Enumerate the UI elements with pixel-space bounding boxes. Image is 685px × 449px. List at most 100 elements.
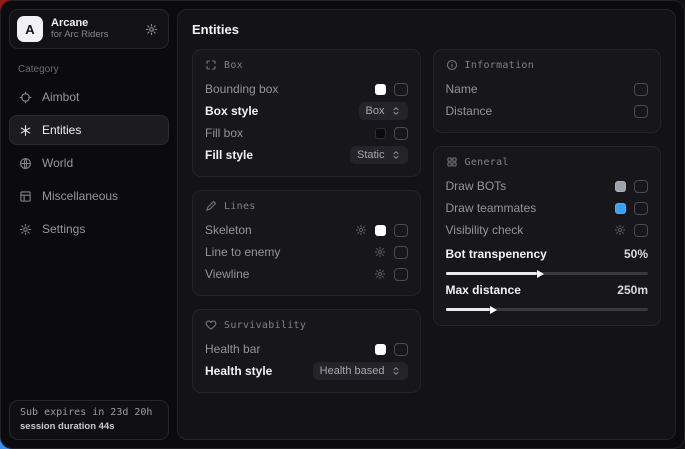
fill-style-dropdown[interactable]: Static [350,146,408,164]
slider-fill [446,308,491,311]
visibility-check-checkbox[interactable] [634,224,648,237]
slider-thumb[interactable] [490,306,497,314]
panel-survivability-header: Survivability [205,319,408,331]
row-label: Health bar [205,342,367,356]
row-bot-transparency: Bot transpenency 50% [446,243,649,265]
row-fill-box: Fill box [205,122,408,144]
slider-fill [446,272,537,275]
bot-transparency-control: Bot transpenency 50% [446,243,649,275]
color-swatch[interactable] [375,128,386,139]
skeleton-checkbox[interactable] [394,224,408,237]
sidebar-item-label: Aimbot [42,90,79,104]
row-label: Health style [205,364,305,378]
sidebar-item-label: Settings [42,222,85,236]
color-swatch[interactable] [615,181,626,192]
sidebar: A Arcane for Arc Riders Category [1,1,177,448]
row-label: Name [446,82,627,96]
color-swatch[interactable] [375,84,386,95]
viewline-settings-icon[interactable] [374,268,386,280]
line-to-enemy-settings-icon[interactable] [374,246,386,258]
row-distance: Distance [446,100,649,122]
row-label: Max distance [446,283,610,297]
sidebar-item-entities[interactable]: Entities [9,115,169,145]
row-label: Draw teammates [446,201,608,215]
row-label: Fill box [205,126,367,140]
row-bounding-box: Bounding box [205,78,408,100]
bot-transparency-slider[interactable] [446,272,649,275]
bounding-box-checkbox[interactable] [394,83,408,96]
row-label: Skeleton [205,223,347,237]
health-style-dropdown[interactable]: Health based [313,362,408,380]
row-health-style: Health style Health based [205,360,408,382]
sidebar-item-settings[interactable]: Settings [9,214,169,244]
panel-header-label: Information [465,60,535,71]
panel-lines: Lines Skeleton [192,190,421,296]
row-label: Distance [446,104,627,118]
crosshair-icon [19,91,32,104]
dropdown-value: Static [357,149,385,161]
panel-header-label: Lines [224,201,256,212]
sidebar-item-label: Miscellaneous [42,189,118,203]
info-icon [446,59,458,71]
row-draw-teammates: Draw teammates [446,197,649,219]
fill-box-checkbox[interactable] [394,127,408,140]
left-column: Box Bounding box Box style Box [192,49,421,393]
row-box-style: Box style Box [205,100,408,122]
row-skeleton: Skeleton [205,219,408,241]
brand-name: Arcane [51,17,137,30]
panel-survivability: Survivability Health bar Health style He… [192,309,421,393]
row-viewline: Viewline [205,263,408,285]
row-label: Bot transpenency [446,247,616,261]
visibility-check-settings-icon[interactable] [614,224,626,236]
brand-subtitle: for Arc Riders [51,30,137,41]
app-window: A Arcane for Arc Riders Category [0,0,685,449]
max-distance-value: 250m [617,283,648,297]
heart-icon [205,319,217,331]
panel-box: Box Bounding box Box style Box [192,49,421,177]
panel-columns: Box Bounding box Box style Box [192,49,661,393]
row-label: Box style [205,104,351,118]
sidebar-item-aimbot[interactable]: Aimbot [9,82,169,112]
layout-grid-icon [19,190,32,203]
right-column: Information Name Distance [433,49,662,326]
panel-lines-header: Lines [205,200,408,212]
brand-text: Arcane for Arc Riders [51,17,137,41]
row-draw-bots: Draw BOTs [446,175,649,197]
draw-bots-checkbox[interactable] [634,180,648,193]
brand-logo: A [17,16,43,42]
panel-general: General Draw BOTs Draw teammates [433,146,662,326]
gear-icon [19,223,32,236]
sidebar-item-label: World [42,156,73,170]
draw-teammates-checkbox[interactable] [634,202,648,215]
sidebar-item-label: Entities [42,123,81,137]
page-title: Entities [192,22,661,37]
row-max-distance: Max distance 250m [446,279,649,301]
row-label: Fill style [205,148,342,162]
sidebar-item-miscellaneous[interactable]: Miscellaneous [9,181,169,211]
color-swatch[interactable] [375,225,386,236]
slider-thumb[interactable] [537,270,544,278]
max-distance-control: Max distance 250m [446,279,649,311]
session-duration: session duration 44s [20,421,158,432]
sidebar-item-world[interactable]: World [9,148,169,178]
globe-icon [19,157,32,170]
name-checkbox[interactable] [634,83,648,96]
color-swatch[interactable] [615,203,626,214]
brand-card: A Arcane for Arc Riders [9,9,169,49]
bot-transparency-value: 50% [624,247,648,261]
color-swatch[interactable] [375,344,386,355]
subscription-expiry: Sub expires in 23d 20h [20,407,158,418]
box-style-dropdown[interactable]: Box [359,102,408,120]
line-to-enemy-checkbox[interactable] [394,246,408,259]
chevrons-up-down-icon [391,106,401,116]
max-distance-slider[interactable] [446,308,649,311]
distance-checkbox[interactable] [634,105,648,118]
panel-header-label: Survivability [224,320,306,331]
brand-settings-icon[interactable] [145,23,158,36]
viewline-checkbox[interactable] [394,268,408,281]
health-bar-checkbox[interactable] [394,343,408,356]
skeleton-settings-icon[interactable] [355,224,367,236]
chevrons-up-down-icon [391,366,401,376]
main-content: Entities Box Bounding box [177,9,676,440]
sparkle-icon [19,124,32,137]
